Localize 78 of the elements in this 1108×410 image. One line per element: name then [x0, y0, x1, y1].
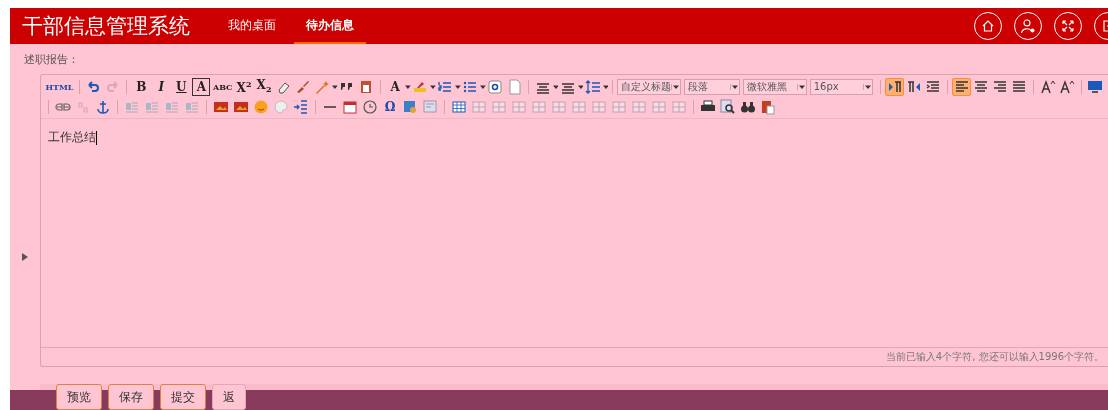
toolbar-button[interactable]: A — [192, 77, 211, 96]
monitor-icon — [1087, 78, 1104, 95]
line-height-icon — [585, 78, 601, 95]
dropdown-caret-icon[interactable] — [577, 83, 584, 90]
table-tool-icon — [671, 98, 687, 115]
field-label: 述职报告： — [24, 51, 80, 68]
character-count: 当前已输入4个字符, 您还可以输入1996个字符。 — [41, 347, 1108, 366]
page-break-icon — [293, 98, 309, 115]
align-justify-icon — [1011, 78, 1028, 95]
toolbar-button[interactable]: I — [152, 77, 171, 96]
table-tool-icon — [631, 98, 647, 115]
user-gear-icon — [1020, 18, 1036, 35]
font-size-icon — [1058, 78, 1075, 95]
expand-arrow-icon[interactable] — [22, 253, 28, 261]
left-to-right-icon — [886, 78, 903, 95]
palette-icon — [273, 98, 289, 115]
table-tool-icon — [471, 98, 487, 115]
home-icon — [981, 19, 995, 34]
action-button[interactable]: 预览 — [56, 384, 102, 410]
table-tool-icon — [511, 98, 527, 115]
toolbar-button[interactable]: ABC — [212, 77, 233, 96]
table-tool-icon — [591, 98, 607, 115]
horizontal-rule-icon — [323, 104, 337, 109]
template-icon — [422, 98, 438, 115]
align-left-icon — [953, 78, 970, 95]
dropdown-select[interactable]: 16px — [809, 78, 874, 95]
direction-button[interactable] — [885, 77, 905, 96]
quote-icon — [341, 83, 354, 90]
dropdown-caret-icon[interactable] — [405, 83, 411, 90]
align-center-icon — [972, 78, 989, 95]
indent-icon — [925, 78, 942, 95]
expand-icon — [1061, 19, 1075, 34]
document-icon — [506, 78, 523, 95]
action-button[interactable]: 提交 — [160, 384, 206, 410]
dropdown-caret-icon[interactable] — [552, 83, 559, 90]
table-tool-icon — [531, 98, 547, 115]
dropdown-caret-icon[interactable] — [331, 83, 338, 90]
toolbar-button[interactable]: HTML — [45, 77, 74, 96]
align-right-icon — [992, 78, 1009, 95]
toolbar-button[interactable]: U — [172, 77, 191, 96]
table-tool-icon — [571, 98, 587, 115]
toolbar-button[interactable]: X$_{2}$ — [255, 77, 273, 96]
anchor-icon — [95, 98, 111, 115]
dropdown-caret-icon — [798, 83, 805, 90]
paste-icon — [760, 98, 776, 115]
dropdown-select[interactable]: 段落 — [684, 78, 741, 95]
table-tool-icon — [491, 98, 507, 115]
magnifier-icon — [720, 98, 736, 115]
toolbar-button[interactable]: Ω — [381, 97, 399, 116]
dropdown-caret-icon[interactable] — [480, 83, 486, 90]
dropdown-caret-icon[interactable] — [430, 83, 436, 90]
table-tool-icon — [651, 98, 667, 115]
clock-icon — [362, 98, 378, 115]
dropdown-caret-icon — [865, 83, 872, 90]
dropdown-caret-icon — [673, 83, 680, 90]
toolbar-button[interactable]: A — [386, 77, 405, 96]
editor-content[interactable]: 工作总结 — [41, 119, 1108, 347]
align-button[interactable] — [951, 77, 972, 96]
redo-icon — [104, 78, 121, 95]
dropdown-caret-icon — [732, 83, 739, 90]
nav-tab[interactable]: 我的桌面 — [216, 8, 288, 44]
toolbar-button[interactable]: B — [132, 77, 151, 96]
table-tool-icon — [611, 98, 627, 115]
undo-icon — [85, 78, 102, 95]
table-tool-icon — [551, 98, 567, 115]
app-title: 干部信息管理系统 — [22, 13, 190, 41]
action-button[interactable]: 返 — [212, 384, 246, 410]
dropdown-caret-icon[interactable] — [455, 83, 461, 90]
dropdown-select[interactable]: 微软雅黑 — [743, 78, 807, 95]
calendar-icon — [342, 98, 358, 115]
dropdown-select[interactable]: 自定义标题 — [617, 78, 682, 95]
smiley-icon — [253, 98, 269, 115]
action-button[interactable]: 保存 — [108, 384, 154, 410]
table-icon — [451, 98, 467, 115]
right-to-left-icon — [906, 78, 923, 95]
toolbar-button[interactable]: X$^{2}$ — [235, 77, 253, 96]
font-size-icon — [1039, 78, 1056, 95]
dropdown-caret-icon[interactable] — [602, 83, 609, 90]
